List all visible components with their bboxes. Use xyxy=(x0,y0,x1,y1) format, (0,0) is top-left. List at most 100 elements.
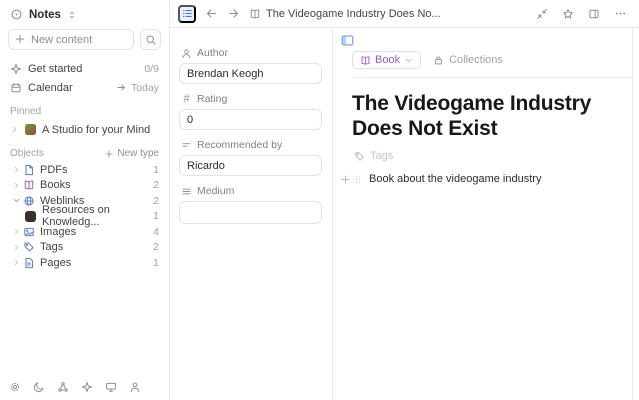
object-type-chip[interactable]: Book xyxy=(352,51,422,69)
document-title: The Videogame Industry Does No... xyxy=(266,7,441,20)
chevron-down-icon[interactable] xyxy=(10,196,22,205)
weblink-favicon xyxy=(24,210,37,222)
text-block[interactable]: Book about the videogame industry xyxy=(340,173,632,185)
chevron-updown-icon xyxy=(67,9,77,21)
chevron-right-icon[interactable] xyxy=(10,181,22,190)
sidebar-item-get-started[interactable]: Get started 0/9 xyxy=(8,59,161,78)
new-type-label: New type xyxy=(117,148,159,159)
object-label: Tags xyxy=(40,241,64,254)
app-window: Notes Get started 0/9 xyxy=(0,0,639,400)
layout-panel-icon[interactable] xyxy=(588,8,600,20)
sidebar-item-tags[interactable]: Tags 2 xyxy=(8,240,161,256)
tag-icon xyxy=(354,151,365,162)
more-options-icon[interactable] xyxy=(614,7,627,20)
pinned-item-studio[interactable]: A Studio for your Mind xyxy=(8,120,161,139)
chevron-right-icon[interactable] xyxy=(10,125,19,134)
sidebar-toggle-icon[interactable] xyxy=(339,32,355,48)
sidebar-item-pages[interactable]: Pages 1 xyxy=(8,255,161,271)
add-block-plus-icon[interactable] xyxy=(340,174,351,185)
property-label: Rating xyxy=(197,93,228,105)
dark-mode-moon-icon[interactable] xyxy=(33,381,45,393)
chevron-right-icon[interactable] xyxy=(10,243,22,252)
object-count: 2 xyxy=(153,241,159,254)
property-recommended-label-row[interactable]: Recommended by xyxy=(181,139,322,151)
display-icon[interactable] xyxy=(105,381,117,393)
back-arrow-icon[interactable] xyxy=(205,7,218,20)
arrow-right-icon xyxy=(116,82,127,93)
sidebar: Notes Get started 0/9 xyxy=(0,0,170,400)
collapse-icon[interactable] xyxy=(536,8,548,20)
property-rating-label-row[interactable]: # Rating xyxy=(181,93,322,105)
get-started-label: Get started xyxy=(28,62,83,75)
recommended-by-field[interactable] xyxy=(179,155,322,176)
plus-icon xyxy=(14,33,26,45)
header-actions xyxy=(536,7,627,20)
property-recommended-by: Recommended by xyxy=(179,139,322,176)
new-content-input[interactable] xyxy=(8,29,134,50)
pdf-file-icon xyxy=(22,164,35,176)
graph-icon[interactable] xyxy=(57,381,69,393)
property-medium-label-row[interactable]: Medium xyxy=(181,185,322,197)
new-content-wrap xyxy=(8,29,134,50)
objects-section-header: Objects New type xyxy=(10,148,159,159)
person-icon xyxy=(181,48,192,59)
widget-panel-toggle-button[interactable] xyxy=(178,4,196,23)
gallery-sparkle-icon[interactable] xyxy=(81,381,93,393)
page-title[interactable]: The Videogame Industry Does Not Exist xyxy=(352,91,632,141)
space-name: Notes xyxy=(29,8,61,21)
collections-label: Collections xyxy=(449,54,503,66)
medium-field[interactable] xyxy=(179,201,322,224)
document-tab[interactable]: The Videogame Industry Does No... xyxy=(249,8,441,20)
sidebar-item-resources[interactable]: Resources on Knowledg... 1 xyxy=(8,204,161,228)
chevron-right-icon[interactable] xyxy=(10,227,22,236)
drag-handle-icon[interactable] xyxy=(353,174,363,185)
object-count: 2 xyxy=(153,194,159,207)
calendar-icon xyxy=(10,82,22,94)
tags-row[interactable]: Tags xyxy=(354,150,632,162)
pinned-section-header: Pinned xyxy=(10,106,159,117)
object-count: 1 xyxy=(153,256,159,269)
sidebar-item-calendar[interactable]: Calendar Today xyxy=(8,78,161,97)
object-count: 2 xyxy=(153,179,159,192)
main-body: Author # Rating Rec xyxy=(170,28,639,400)
rating-field[interactable] xyxy=(179,109,322,130)
object-count: 1 xyxy=(153,210,159,223)
globe-icon xyxy=(22,195,35,207)
main-header: The Videogame Industry Does No... xyxy=(170,0,639,28)
calendar-today[interactable]: Today xyxy=(116,82,159,94)
property-author-label-row[interactable]: Author xyxy=(181,47,322,59)
main-area: The Videogame Industry Does No... Author… xyxy=(170,0,639,400)
new-type-button[interactable]: New type xyxy=(104,148,159,159)
chevron-right-icon[interactable] xyxy=(10,258,22,267)
forward-arrow-icon[interactable] xyxy=(227,7,240,20)
collections-button[interactable]: Collections xyxy=(433,54,503,66)
property-medium: Medium xyxy=(179,185,322,224)
chevron-right-icon[interactable] xyxy=(10,165,22,174)
pinned-item-label: A Studio for your Mind xyxy=(42,123,151,136)
hash-icon: # xyxy=(183,93,190,105)
object-label: Images xyxy=(40,225,77,238)
author-field[interactable] xyxy=(179,63,322,84)
new-content-row xyxy=(8,29,161,50)
favorite-star-icon[interactable] xyxy=(562,8,574,20)
sidebar-footer xyxy=(9,381,141,393)
object-label: PDFs xyxy=(40,163,68,176)
chevron-down-icon xyxy=(404,56,413,65)
calendar-label: Calendar xyxy=(28,81,73,94)
object-count: 1 xyxy=(153,163,159,176)
book-icon xyxy=(22,179,35,191)
tags-label: Tags xyxy=(370,150,394,163)
type-row: Book Collections xyxy=(352,51,632,69)
sidebar-item-books[interactable]: Books 2 xyxy=(8,178,161,194)
objects-header-label: Objects xyxy=(10,148,44,159)
settings-gear-icon[interactable] xyxy=(9,381,21,393)
short-text-icon xyxy=(181,140,192,151)
property-label: Author xyxy=(197,47,228,59)
search-button[interactable] xyxy=(140,29,161,50)
divider xyxy=(352,77,632,78)
profile-person-icon[interactable] xyxy=(129,381,141,393)
space-switcher[interactable]: Notes xyxy=(8,6,161,29)
sidebar-item-pdfs[interactable]: PDFs 1 xyxy=(8,162,161,178)
page-icon xyxy=(22,257,35,269)
search-icon xyxy=(145,34,157,46)
